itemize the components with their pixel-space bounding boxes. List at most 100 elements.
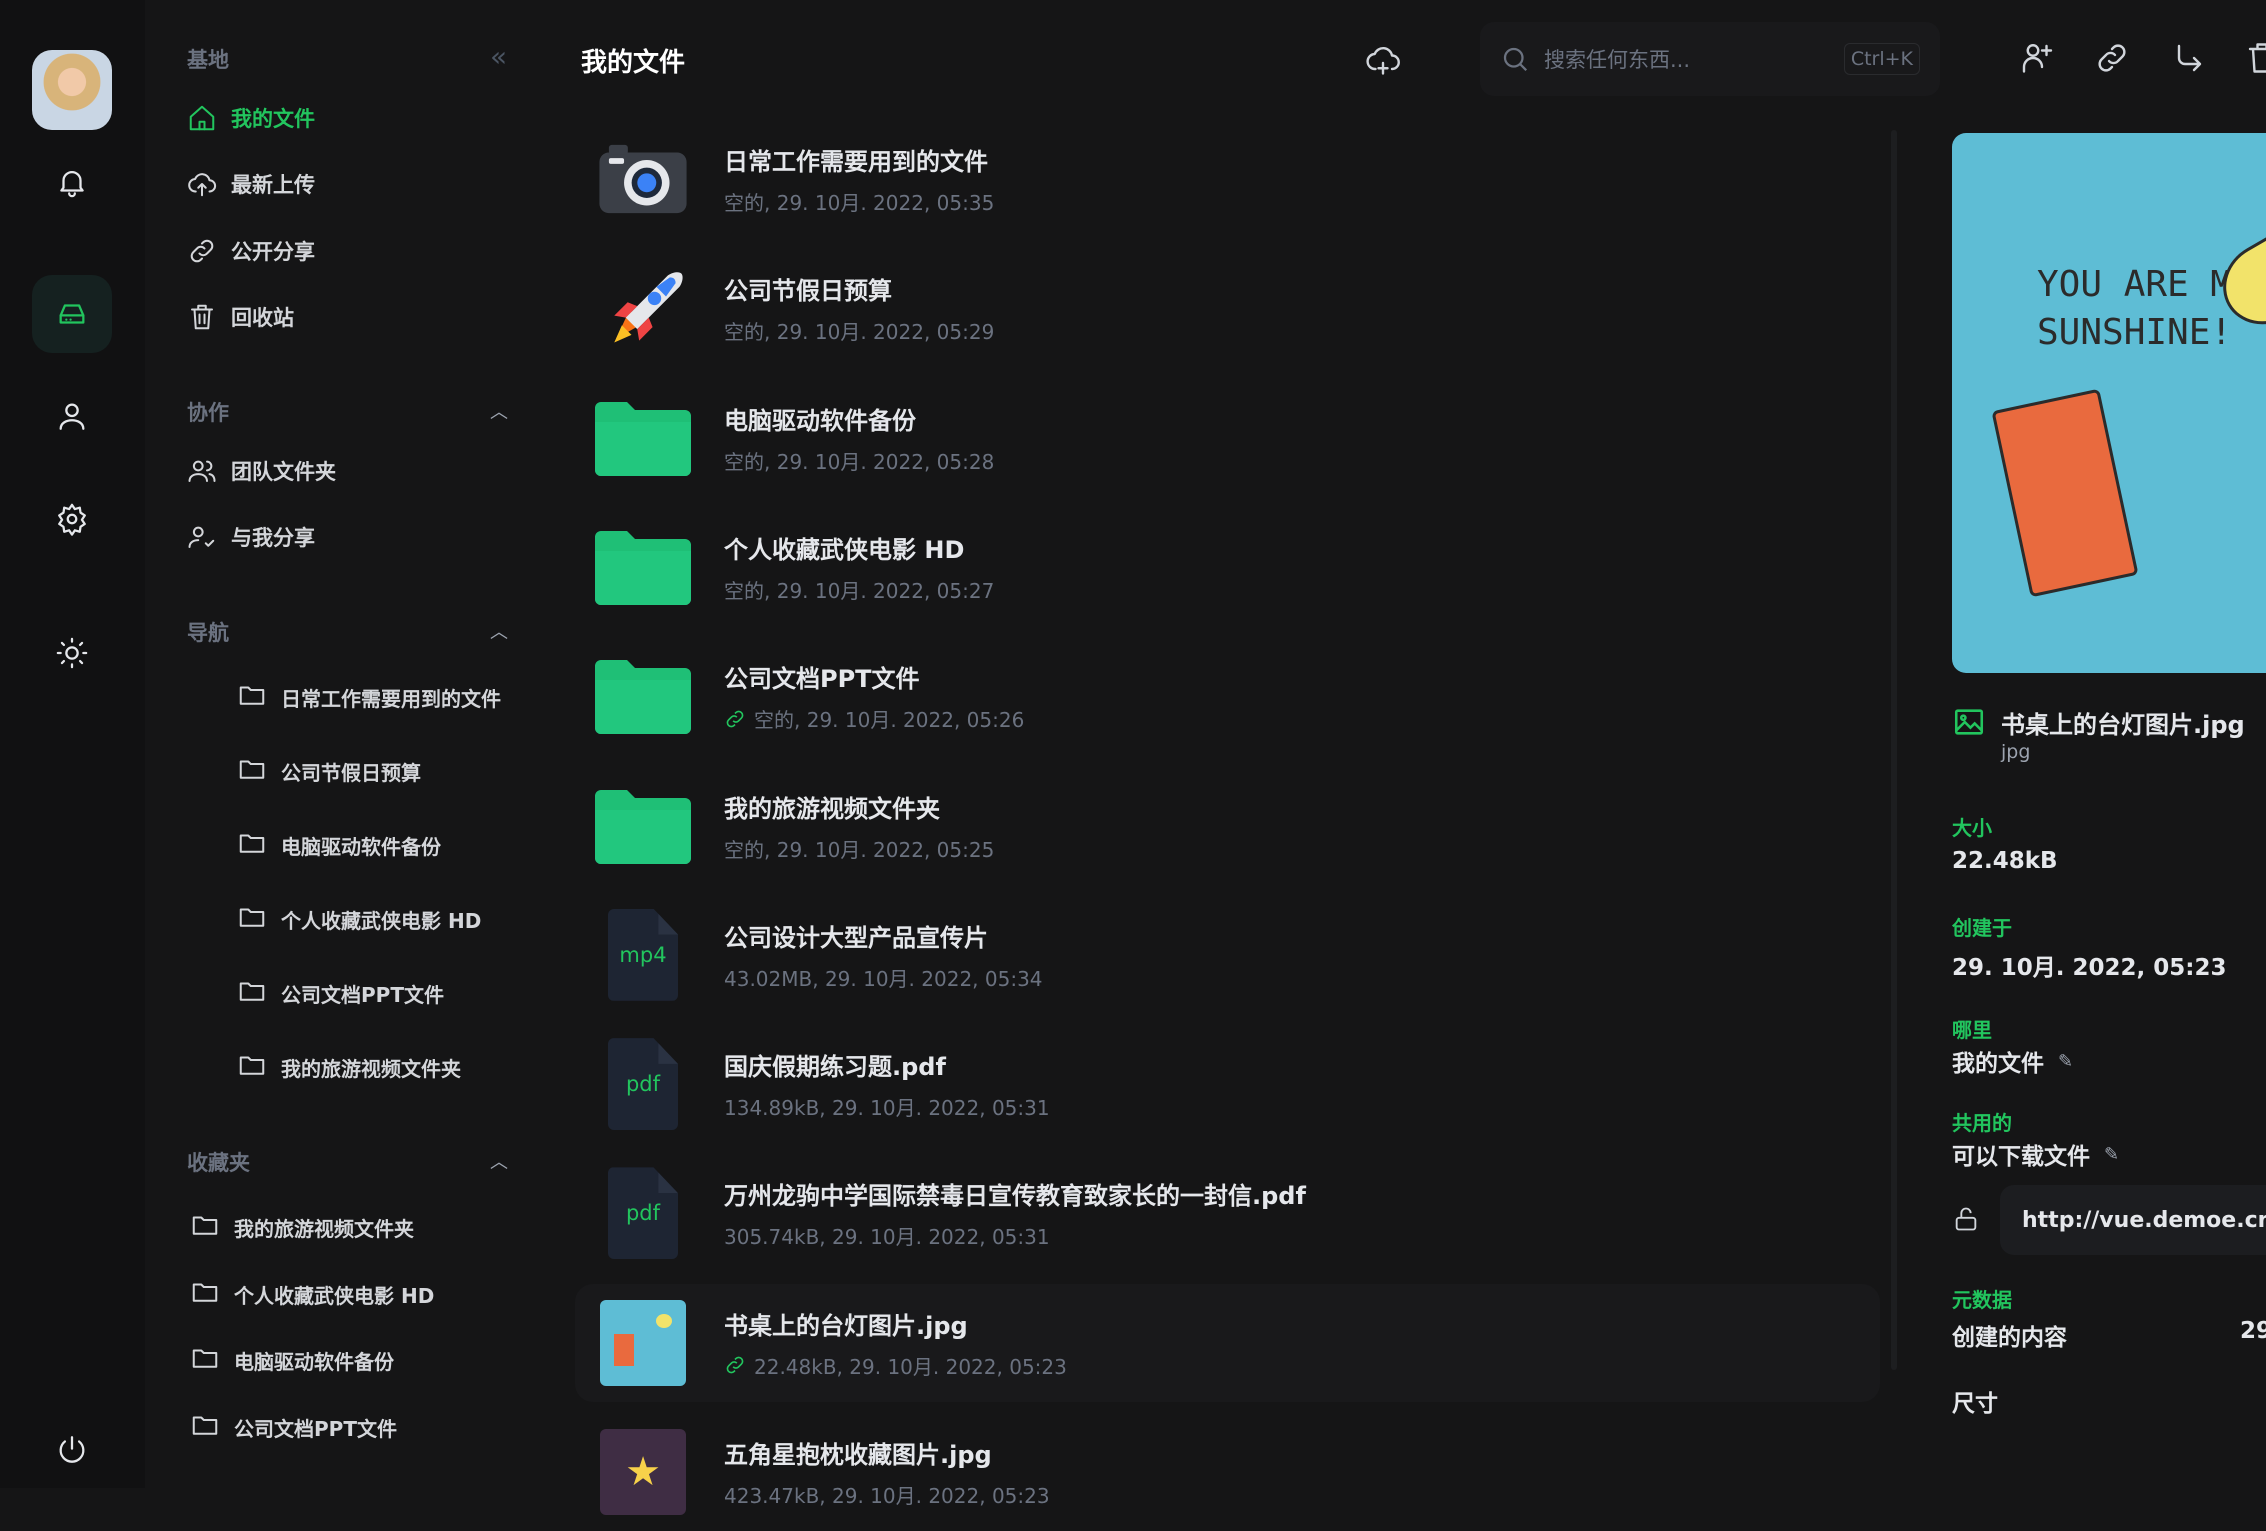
size-label: 大小 bbox=[1952, 816, 1992, 840]
file-row[interactable]: 我的旅游视频文件夹 空的, 29. 10月. 2022, 05:25 bbox=[575, 767, 1880, 885]
nav-folder-item[interactable]: 电脑驱动软件备份 bbox=[237, 828, 441, 863]
folder-icon bbox=[190, 1277, 220, 1312]
chevron-up-icon[interactable]: ︿ bbox=[490, 618, 508, 644]
sidebar-item-label: 公开分享 bbox=[231, 240, 315, 264]
nav-folder-item[interactable]: 个人收藏武侠电影 HD bbox=[237, 902, 481, 937]
folder-icon bbox=[237, 754, 267, 789]
file-ext: pdf bbox=[625, 1201, 661, 1226]
sun-icon[interactable] bbox=[50, 631, 94, 675]
link-icon bbox=[726, 710, 744, 728]
cloud-upload-icon[interactable] bbox=[1365, 42, 1401, 82]
file-name: 公司节假日预算 bbox=[724, 277, 892, 306]
user-icon[interactable] bbox=[50, 394, 94, 438]
sidebar-item-trash[interactable]: 回收站 bbox=[187, 302, 294, 332]
file-row[interactable]: 公司节假日预算空的, 29. 10月. 2022, 05:29 bbox=[575, 249, 1880, 367]
folder-icon bbox=[190, 1343, 220, 1378]
section-label-nav: 导航 bbox=[187, 621, 229, 645]
sidebar-item-shared-with-me[interactable]: 与我分享 bbox=[187, 522, 315, 552]
file-name: 五角星抱枕收藏图片.jpg bbox=[724, 1441, 992, 1469]
file-ext: pdf bbox=[625, 1072, 661, 1097]
pdf-file-icon: pdf bbox=[608, 1038, 678, 1131]
file-row[interactable]: 个人收藏武侠电影 HD 空的, 29. 10月. 2022, 05:27 bbox=[575, 508, 1880, 626]
created-label: 创建于 bbox=[1952, 916, 2012, 940]
metadata-created-value: 29 bbox=[2240, 1318, 2266, 1344]
trash-icon[interactable] bbox=[2244, 40, 2266, 80]
file-name: 国庆假期练习题.pdf bbox=[724, 1053, 946, 1082]
file-name: 个人收藏武侠电影 HD bbox=[724, 535, 965, 564]
file-row[interactable]: mp4 公司设计大型产品宣传片 43.02MB, 29. 10月. 2022, 05… bbox=[575, 896, 1880, 1014]
file-row[interactable]: 书桌上的台灯图片.jpg 22.48kB, 29. 10月. 2022, 05:2… bbox=[575, 1283, 1880, 1402]
bell-icon[interactable] bbox=[50, 160, 94, 204]
nav-folder-label: 公司节假日预算 bbox=[281, 761, 421, 785]
pencil-icon[interactable]: ✎ bbox=[2104, 1144, 2119, 1165]
section-label-base: 基地 bbox=[187, 48, 229, 72]
favorite-folder-item[interactable]: 我的旅游视频文件夹 bbox=[190, 1210, 414, 1245]
sidebar-item-recent-uploads[interactable]: 最新上传 bbox=[187, 169, 315, 199]
file-meta: 空的, 29. 10月. 2022, 05:26 bbox=[754, 708, 1025, 733]
camera-icon bbox=[599, 144, 687, 214]
chevron-up-icon[interactable]: ︿ bbox=[490, 1148, 508, 1174]
folder-icon bbox=[237, 976, 267, 1011]
favorite-folder-item[interactable]: 公司文档PPT文件 bbox=[190, 1410, 397, 1445]
file-meta: 134.89kB, 29. 10月. 2022, 05:31 bbox=[724, 1096, 1050, 1121]
file-preview-image: YOU ARE MY SUNSHINE! bbox=[1952, 133, 2266, 673]
share-link-field[interactable]: http://vue.demoe.cn:1 bbox=[2000, 1185, 2266, 1255]
search-input[interactable]: 搜索任何东西... Ctrl+K bbox=[1480, 22, 1940, 96]
file-meta: 305.74kB, 29. 10月. 2022, 05:31 bbox=[724, 1225, 1050, 1250]
mp4-file-icon: mp4 bbox=[608, 908, 678, 1001]
sidebar-item-team-folders[interactable]: 团队文件夹 bbox=[187, 456, 336, 486]
file-row[interactable]: 电脑驱动软件备份空的, 29. 10月. 2022, 05:28 bbox=[575, 379, 1880, 497]
file-row[interactable]: pdf 国庆假期练习题.pdf 134.89kB, 29. 10月. 2022, 0… bbox=[575, 1025, 1880, 1143]
folder-icon bbox=[237, 902, 267, 937]
file-row[interactable]: 日常工作需要用到的文件 空的, 29. 10月. 2022, 05:35 bbox=[575, 120, 1880, 238]
link-icon bbox=[190, 239, 214, 263]
add-user-icon[interactable] bbox=[2018, 40, 2054, 80]
power-icon[interactable] bbox=[50, 1428, 94, 1472]
favorite-folder-label: 电脑驱动软件备份 bbox=[234, 1350, 394, 1374]
cloud-upload-icon bbox=[188, 173, 217, 197]
move-icon[interactable] bbox=[2170, 40, 2206, 80]
file-meta: 22.48kB, 29. 10月. 2022, 05:23 bbox=[754, 1354, 1067, 1379]
nav-folder-item[interactable]: 公司节假日预算 bbox=[237, 754, 421, 789]
link-icon[interactable] bbox=[2094, 40, 2130, 80]
search-icon bbox=[1503, 47, 1528, 72]
sidebar-item-public-share[interactable]: 公开分享 bbox=[187, 236, 315, 266]
sidebar-item-my-files[interactable]: 我的文件 bbox=[187, 103, 315, 133]
nav-folder-item[interactable]: 我的旅游视频文件夹 bbox=[237, 1050, 461, 1085]
unlock-icon[interactable] bbox=[1952, 1205, 1980, 1237]
sidebar-item-label: 回收站 bbox=[231, 306, 294, 330]
drive-icon[interactable] bbox=[50, 292, 94, 336]
file-row[interactable]: ★ 五角星抱枕收藏图片.jpg 423.47kB, 29. 10月. 2022, 0… bbox=[575, 1413, 1880, 1531]
shared-label: 共用的 bbox=[1952, 1111, 2012, 1135]
avatar[interactable] bbox=[32, 50, 112, 130]
scrollbar[interactable] bbox=[1891, 130, 1897, 1370]
page-title: 我的文件 bbox=[581, 48, 686, 78]
nav-folder-item[interactable]: 日常工作需要用到的文件 bbox=[237, 680, 501, 715]
file-name: 书桌上的台灯图片.jpg bbox=[724, 1311, 968, 1340]
favorite-folder-label: 个人收藏武侠电影 HD bbox=[234, 1283, 435, 1308]
gear-icon[interactable] bbox=[50, 497, 94, 541]
nav-folder-item[interactable]: 公司文档PPT文件 bbox=[237, 976, 444, 1011]
collapse-sidebar-icon[interactable]: « bbox=[490, 40, 507, 73]
file-meta: 空的, 29. 10月. 2022, 05:27 bbox=[724, 578, 995, 603]
users-icon bbox=[188, 460, 216, 482]
file-name: 电脑驱动软件备份 bbox=[724, 406, 916, 435]
favorite-folder-item[interactable]: 电脑驱动软件备份 bbox=[190, 1343, 394, 1378]
file-row[interactable]: 公司文档PPT文件 空的, 29. 10月. 2022, 05:26 bbox=[575, 637, 1880, 755]
nav-folder-label: 我的旅游视频文件夹 bbox=[281, 1057, 461, 1081]
pencil-icon[interactable]: ✎ bbox=[2058, 1051, 2073, 1072]
favorite-folder-item[interactable]: 个人收藏武侠电影 HD bbox=[190, 1277, 434, 1312]
file-meta: 空的, 29. 10月. 2022, 05:29 bbox=[724, 320, 995, 345]
file-name: 我的旅游视频文件夹 bbox=[724, 794, 940, 823]
pdf-file-icon: pdf bbox=[608, 1167, 678, 1260]
chevron-up-icon[interactable]: ︿ bbox=[490, 398, 508, 424]
detail-file-name: 书桌上的台灯图片.jpg bbox=[2001, 711, 2245, 739]
metadata-label: 元数据 bbox=[1952, 1288, 2012, 1312]
file-meta: 空的, 29. 10月. 2022, 05:28 bbox=[724, 449, 995, 474]
file-row[interactable]: pdf 万州龙驹中学国际禁毒日宣传教育致家长的一封信.pdf 305.74kB, 2… bbox=[575, 1154, 1880, 1272]
sidebar-item-label: 与我分享 bbox=[231, 526, 315, 550]
created-value: 29. 10月. 2022, 05:23 bbox=[1952, 955, 2227, 981]
folder-icon bbox=[190, 1210, 220, 1245]
trash-icon bbox=[191, 304, 213, 330]
where-text: 我的文件 bbox=[1952, 1051, 2044, 1077]
